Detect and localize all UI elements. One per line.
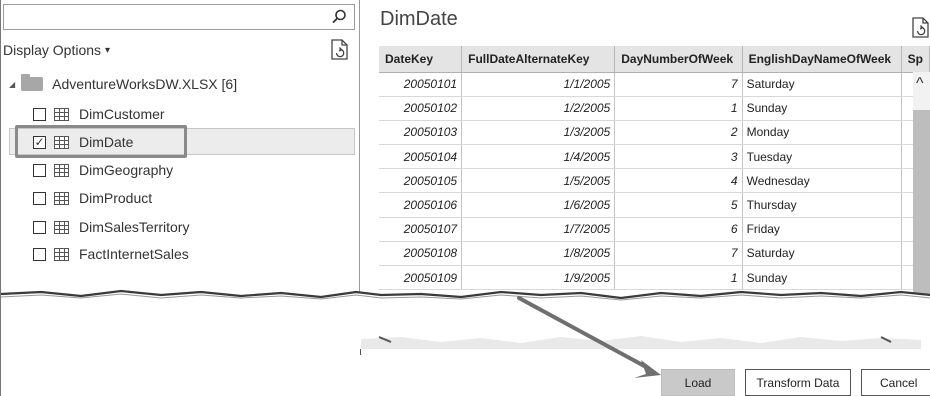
table-cell: Sunday	[742, 96, 902, 121]
display-options-dropdown[interactable]: Display Options ▾	[3, 42, 110, 58]
table-cell: Friday	[742, 217, 902, 242]
column-header[interactable]: DayNumberOfWeek	[614, 46, 743, 73]
preview-title: DimDate	[380, 8, 458, 30]
checkbox[interactable]	[33, 220, 46, 234]
table-cell: 1/8/2005	[461, 241, 616, 267]
table-icon	[54, 220, 69, 234]
torn-edge-decoration	[1, 289, 930, 320]
callout-highlight-box	[15, 125, 187, 158]
table-cell: Saturday	[742, 72, 902, 97]
table-row: 20050103 1/3/2005 2 Monday	[379, 120, 930, 146]
table-cell: 20050108	[379, 241, 463, 267]
tree-item-label: DimProduct	[79, 190, 153, 206]
table-cell: 20050103	[379, 120, 463, 146]
pane-divider[interactable]	[359, 0, 360, 300]
table-cell: Saturday	[742, 241, 902, 267]
table-cell: 2	[614, 120, 743, 146]
vertical-scrollbar[interactable]: ^	[913, 72, 930, 300]
tree-item-label: DimSalesTerritory	[79, 219, 190, 235]
table-cell: 1	[614, 96, 743, 121]
column-header[interactable]: Sp	[901, 46, 930, 73]
table-cell: 1/7/2005	[461, 217, 616, 242]
display-options-label: Display Options	[3, 42, 102, 58]
table-cell: 1/4/2005	[461, 144, 616, 170]
cancel-button[interactable]: Cancel	[861, 369, 930, 396]
tree-item-label: FactInternetSales	[79, 246, 189, 262]
checkbox[interactable]	[33, 107, 46, 121]
table-cell: 6	[614, 217, 743, 242]
tree-root-workbook[interactable]: ◢ AdventureWorksDW.XLSX [6]	[9, 74, 238, 92]
table-cell: 1/6/2005	[461, 192, 616, 218]
scroll-thumb[interactable]	[913, 110, 930, 300]
navigator-pane: Display Options ▾ ◢ AdventureWorksDW.XLSX…	[1, 0, 359, 300]
table-row: 20050101 1/1/2005 7 Saturday	[379, 72, 930, 97]
checkbox[interactable]	[33, 191, 46, 205]
preview-table: DateKey FullDateAlternateKey DayNumberOf…	[379, 46, 930, 291]
search-input[interactable]	[3, 4, 355, 30]
table-icon	[54, 191, 69, 205]
column-header[interactable]: EnglishDayNameOfWeek	[742, 46, 902, 73]
column-header[interactable]: FullDateAlternateKey	[461, 46, 616, 73]
table-cell: 3	[614, 144, 743, 170]
tree-item-dimproduct[interactable]: DimProduct	[33, 187, 152, 209]
tree-item-label: DimGeography	[79, 162, 174, 178]
table-cell: 7	[614, 72, 743, 97]
table-cell: 20050101	[379, 72, 463, 97]
table-cell: Wednesday	[742, 168, 902, 194]
scroll-up-arrow-icon[interactable]: ^	[916, 76, 924, 92]
table-cell: 20050107	[379, 217, 463, 242]
checkbox[interactable]	[33, 163, 46, 177]
table-row: 20050108 1/8/2005 7 Saturday	[379, 241, 930, 267]
search-icon[interactable]	[330, 8, 348, 26]
table-cell: 5	[614, 192, 743, 218]
table-row: 20050102 1/2/2005 1 Sunday	[379, 96, 930, 121]
table-cell: 20050104	[379, 144, 463, 170]
table-cell: 1/5/2005	[461, 168, 616, 194]
table-row: 20050106 1/6/2005 5 Thursday	[379, 192, 930, 218]
table-row: 20050107 1/7/2005 6 Friday	[379, 217, 930, 242]
transform-data-button[interactable]: Transform Data	[745, 369, 851, 396]
table-cell: 1/2/2005	[461, 96, 616, 121]
refresh-icon[interactable]	[329, 38, 351, 62]
table-cell: 1/1/2005	[461, 72, 616, 97]
column-header[interactable]: DateKey	[379, 46, 463, 73]
tree-item-label: DimCustomer	[79, 106, 165, 122]
tree-item-factinternetsales[interactable]: FactInternetSales	[33, 243, 189, 265]
refresh-icon[interactable]	[910, 16, 930, 40]
table-icon	[54, 107, 69, 121]
expand-triangle-icon[interactable]: ◢	[9, 80, 15, 89]
tree-item-dimgeography[interactable]: DimGeography	[33, 159, 173, 181]
checkbox[interactable]	[33, 247, 46, 261]
table-cell: Monday	[742, 120, 902, 146]
table-icon	[54, 163, 69, 177]
navigator-window: Display Options ▾ ◢ AdventureWorksDW.XLSX…	[0, 0, 930, 396]
table-cell: Tuesday	[742, 144, 902, 170]
table-cell: 20050106	[379, 192, 463, 218]
chevron-down-icon: ▾	[105, 45, 111, 56]
table-cell: 7	[614, 241, 743, 267]
table-header-row: DateKey FullDateAlternateKey DayNumberOf…	[379, 46, 930, 73]
tree-item-dimcustomer[interactable]: DimCustomer	[33, 103, 165, 125]
folder-icon	[21, 74, 44, 91]
table-icon	[54, 247, 69, 261]
table-row: 20050104 1/4/2005 3 Tuesday	[379, 144, 930, 170]
faded-preview-strip	[361, 336, 921, 349]
divider-tick	[360, 349, 361, 355]
tree-root-label: AdventureWorksDW.XLSX [6]	[52, 76, 238, 92]
table-cell: 4	[614, 168, 743, 194]
table-cell: 20050102	[379, 96, 463, 121]
table-cell: 20050105	[379, 168, 463, 194]
tree-item-dimsalesterritory[interactable]: DimSalesTerritory	[33, 216, 189, 238]
table-row: 20050105 1/5/2005 4 Wednesday	[379, 168, 930, 194]
table-cell: 1/3/2005	[461, 120, 616, 146]
table-cell: Thursday	[742, 192, 902, 218]
load-button[interactable]: Load	[661, 369, 735, 396]
